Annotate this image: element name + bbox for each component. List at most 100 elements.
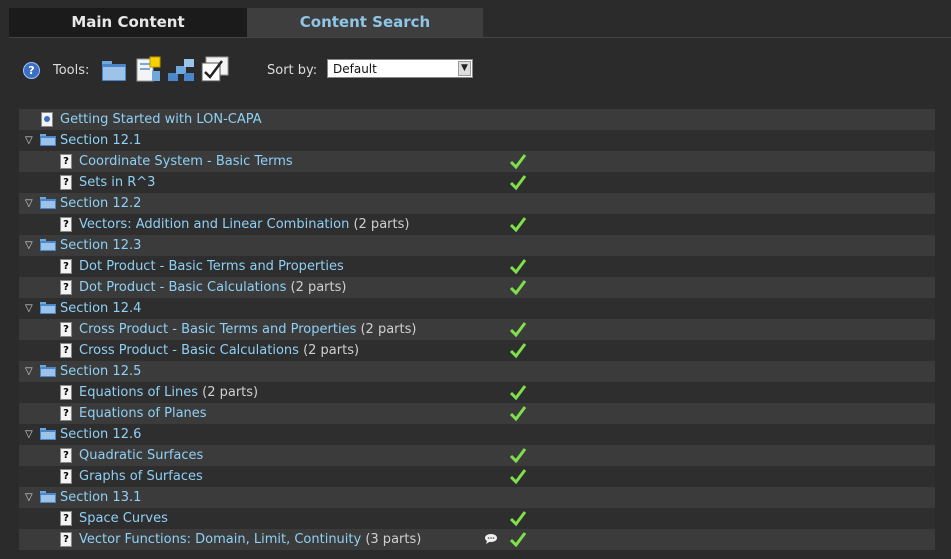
section-link[interactable]: Section 12.2	[60, 193, 141, 214]
sort-by-label: Sort by:	[267, 63, 318, 78]
list-item[interactable]: ? Cross Product - Basic Terms and Proper…	[19, 319, 935, 340]
list-item[interactable]: ? Graphs of Surfaces	[19, 466, 935, 487]
problem-link[interactable]: Coordinate System - Basic Terms	[79, 154, 293, 169]
problem-icon: ?	[60, 217, 72, 232]
problem-link[interactable]: Cross Product - Basic Terms and Properti…	[79, 322, 356, 337]
parts-count: (2 parts)	[198, 385, 259, 400]
parts-count: (2 parts)	[286, 280, 347, 295]
collapse-triangle-icon[interactable]: ▽	[25, 193, 33, 214]
document-icon[interactable]	[133, 55, 163, 85]
problem-icon: ?	[60, 259, 72, 274]
collapse-triangle-icon[interactable]: ▽	[25, 298, 33, 319]
problem-link[interactable]: Vector Functions: Domain, Limit, Continu…	[79, 532, 361, 547]
collapse-triangle-icon[interactable]: ▽	[25, 424, 33, 445]
check-icon	[509, 385, 527, 401]
section-row[interactable]: ▽ Section 13.1	[19, 487, 935, 508]
check-icon	[509, 469, 527, 485]
check-icon	[509, 280, 527, 296]
check-icon	[509, 175, 527, 191]
item-link[interactable]: Getting Started with LON-CAPA	[60, 109, 262, 130]
tab-main-content[interactable]: Main Content	[9, 8, 247, 37]
tab-bar: Main Content Content Search	[9, 8, 483, 37]
folder-icon	[40, 365, 56, 377]
problem-icon: ?	[60, 343, 72, 358]
problem-icon: ?	[60, 322, 72, 337]
list-item[interactable]: ? Vector Functions: Domain, Limit, Conti…	[19, 529, 935, 550]
problem-icon: ?	[60, 469, 72, 484]
problem-icon: ?	[60, 406, 72, 421]
folder-icon[interactable]	[99, 55, 129, 85]
section-row[interactable]: ▽ Section 12.3	[19, 235, 935, 256]
list-item[interactable]: ? Equations of Lines (2 parts)	[19, 382, 935, 403]
collapse-triangle-icon[interactable]: ▽	[25, 487, 33, 508]
tab-content-search[interactable]: Content Search	[247, 8, 483, 37]
section-row[interactable]: ▽ Section 12.2	[19, 193, 935, 214]
collapse-triangle-icon[interactable]: ▽	[25, 235, 33, 256]
section-link[interactable]: Section 13.1	[60, 487, 141, 508]
problem-link[interactable]: Dot Product - Basic Terms and Properties	[79, 259, 344, 274]
list-item[interactable]: ? Space Curves	[19, 508, 935, 529]
problem-icon: ?	[60, 511, 72, 526]
problem-link[interactable]: Graphs of Surfaces	[79, 469, 203, 484]
check-icon	[509, 217, 527, 233]
collapse-triangle-icon[interactable]: ▽	[25, 130, 33, 151]
parts-count: (2 parts)	[298, 343, 360, 358]
section-row[interactable]: ▽ Section 12.6	[19, 424, 935, 445]
section-link[interactable]: Section 12.4	[60, 298, 141, 319]
list-item[interactable]: ? Quadratic Surfaces	[19, 445, 935, 466]
problem-icon: ?	[60, 448, 72, 463]
section-link[interactable]: Section 12.3	[60, 235, 141, 256]
chat-bubble-icon[interactable]	[484, 533, 498, 545]
sort-by-value: Default	[333, 62, 377, 76]
check-icon	[509, 154, 527, 170]
problem-icon: ?	[60, 532, 72, 547]
problem-link[interactable]: Space Curves	[79, 511, 168, 526]
help-icon[interactable]: ?	[23, 62, 40, 79]
network-icon[interactable]	[166, 55, 196, 85]
list-item[interactable]: ? Sets in R^3	[19, 172, 935, 193]
check-icon	[509, 406, 527, 422]
check-icon	[509, 343, 527, 359]
problem-link[interactable]: Quadratic Surfaces	[79, 448, 203, 463]
parts-count: (2 parts)	[349, 217, 410, 232]
folder-icon	[40, 491, 56, 503]
check-icon	[509, 511, 527, 527]
section-link[interactable]: Section 12.6	[60, 424, 141, 445]
list-item[interactable]: Getting Started with LON-CAPA	[19, 109, 935, 130]
problem-link[interactable]: Vectors: Addition and Linear Combination	[79, 217, 349, 232]
parts-count: (3 parts)	[361, 532, 422, 547]
folder-icon	[40, 239, 56, 251]
check-icon	[509, 448, 527, 464]
problem-icon: ?	[60, 154, 72, 169]
list-item[interactable]: ? Cross Product - Basic Calculations (2 …	[19, 340, 935, 361]
problem-link[interactable]: Cross Product - Basic Calculations	[79, 343, 299, 358]
table-of-contents: Getting Started with LON-CAPA ▽ Section …	[19, 109, 935, 550]
section-row[interactable]: ▽ Section 12.4	[19, 298, 935, 319]
check-icon	[509, 259, 527, 275]
tab-divider	[9, 37, 951, 38]
checklist-icon[interactable]	[200, 55, 230, 85]
problem-icon: ?	[60, 175, 72, 190]
folder-icon	[40, 134, 56, 146]
sort-by-select[interactable]: Default ▼	[327, 59, 473, 78]
section-row[interactable]: ▽ Section 12.1	[19, 130, 935, 151]
problem-link[interactable]: Dot Product - Basic Calculations	[79, 280, 286, 295]
problem-link[interactable]: Equations of Planes	[79, 406, 207, 421]
list-item[interactable]: ? Vectors: Addition and Linear Combinati…	[19, 214, 935, 235]
list-item[interactable]: ? Coordinate System - Basic Terms	[19, 151, 935, 172]
check-icon	[509, 322, 527, 338]
section-link[interactable]: Section 12.1	[60, 130, 141, 151]
chevron-down-icon[interactable]: ▼	[458, 61, 471, 76]
page-icon	[41, 112, 53, 127]
problem-link[interactable]: Sets in R^3	[79, 175, 155, 190]
folder-icon	[40, 302, 56, 314]
section-link[interactable]: Section 12.5	[60, 361, 141, 382]
problem-link[interactable]: Equations of Lines	[79, 385, 198, 400]
tools-label: Tools:	[53, 63, 90, 78]
collapse-triangle-icon[interactable]: ▽	[25, 361, 33, 382]
parts-count: (2 parts)	[356, 322, 417, 337]
list-item[interactable]: ? Dot Product - Basic Terms and Properti…	[19, 256, 935, 277]
list-item[interactable]: ? Equations of Planes	[19, 403, 935, 424]
section-row[interactable]: ▽ Section 12.5	[19, 361, 935, 382]
list-item[interactable]: ? Dot Product - Basic Calculations (2 pa…	[19, 277, 935, 298]
